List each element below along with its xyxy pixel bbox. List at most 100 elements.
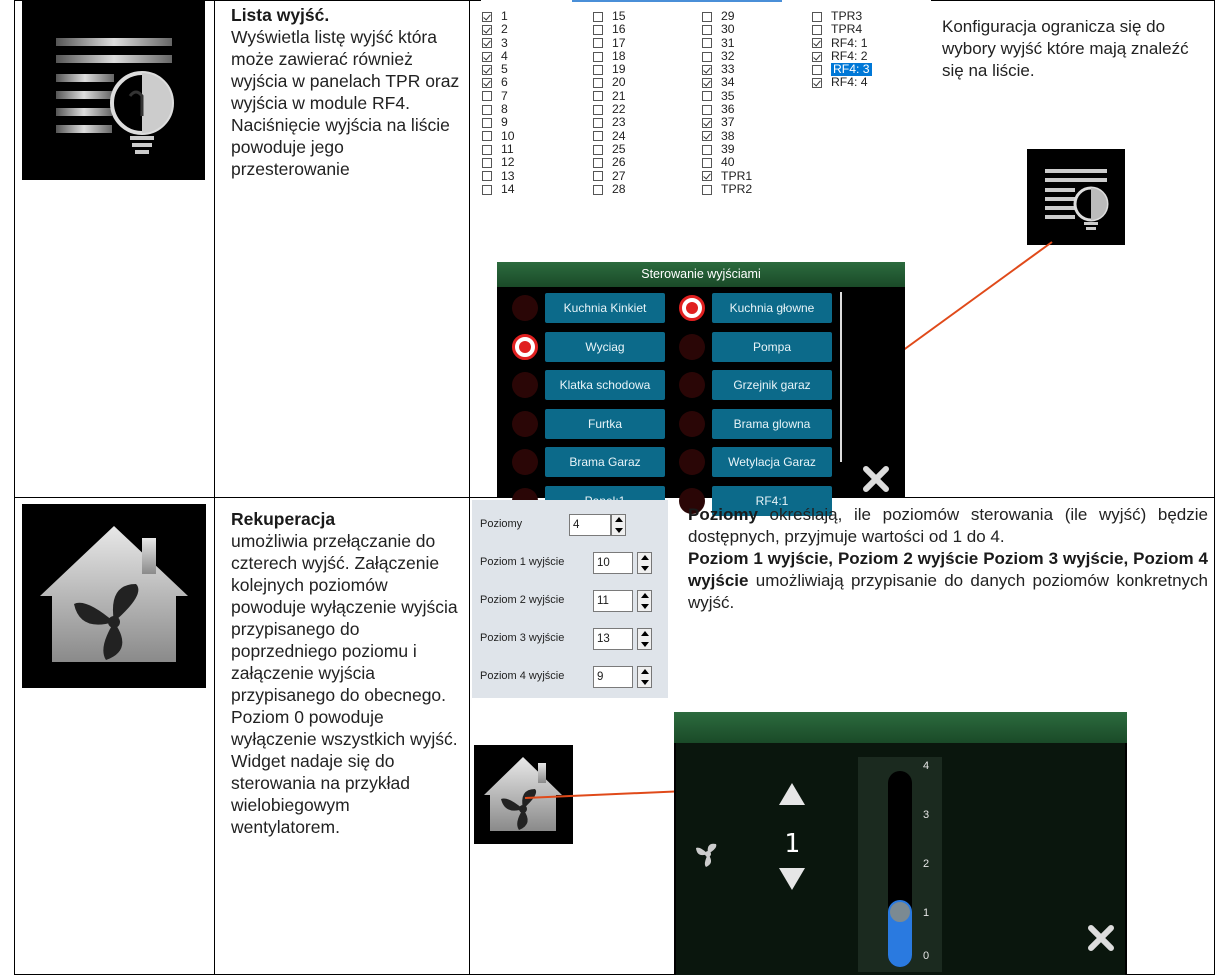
level-slider-knob[interactable] bbox=[888, 900, 912, 924]
checkbox[interactable] bbox=[812, 11, 822, 22]
output-button[interactable]: Pompa bbox=[712, 331, 832, 362]
output-button[interactable]: Brama Garaz bbox=[545, 447, 665, 477]
checklist-item[interactable]: 40 bbox=[702, 155, 752, 169]
spinner-buttons[interactable] bbox=[637, 666, 652, 688]
checkbox[interactable] bbox=[702, 184, 712, 195]
checklist-item[interactable]: 19 bbox=[593, 62, 626, 76]
checkbox[interactable] bbox=[812, 78, 822, 89]
checklist-item[interactable]: RF4: 1 bbox=[812, 36, 872, 50]
output-button[interactable]: Klatka schodowa bbox=[545, 370, 665, 400]
output-button[interactable]: Wyciag bbox=[545, 331, 665, 362]
output-button[interactable]: Kuchnia Kinkiet bbox=[545, 293, 665, 323]
checklist-item[interactable]: 33 bbox=[702, 62, 752, 76]
checklist-item[interactable]: 17 bbox=[593, 36, 626, 50]
checklist-item[interactable]: 27 bbox=[593, 169, 626, 183]
checkbox[interactable] bbox=[482, 78, 492, 89]
checkbox[interactable] bbox=[482, 104, 492, 115]
checkbox[interactable] bbox=[593, 184, 603, 195]
checklist-item[interactable]: 34 bbox=[702, 76, 752, 89]
checklist-item[interactable]: 15 bbox=[593, 9, 626, 23]
checkbox[interactable] bbox=[702, 24, 712, 35]
checklist-item[interactable]: RF4: 2 bbox=[812, 49, 872, 63]
spinner-buttons[interactable] bbox=[637, 590, 652, 612]
checklist-item[interactable]: 12 bbox=[482, 155, 515, 169]
spinner-buttons[interactable] bbox=[637, 552, 652, 574]
checklist-item[interactable]: 39 bbox=[702, 142, 752, 156]
checklist-item[interactable]: 18 bbox=[593, 49, 626, 63]
checkbox[interactable] bbox=[593, 38, 603, 49]
checkbox[interactable] bbox=[702, 171, 712, 182]
checklist-item[interactable]: 1 bbox=[482, 9, 515, 23]
checkbox[interactable] bbox=[482, 38, 492, 49]
checklist-item[interactable]: 26 bbox=[593, 155, 626, 169]
checklist-item[interactable]: 38 bbox=[702, 129, 752, 143]
checkbox[interactable] bbox=[702, 104, 712, 115]
recuperation-close-icon[interactable] bbox=[1087, 924, 1115, 952]
checkbox[interactable] bbox=[702, 11, 712, 22]
checkbox[interactable] bbox=[593, 157, 603, 168]
checkbox[interactable] bbox=[702, 157, 712, 168]
checkbox[interactable] bbox=[593, 104, 603, 115]
checklist-item[interactable]: 8 bbox=[482, 102, 515, 116]
checkbox[interactable] bbox=[593, 78, 603, 89]
spinner-buttons[interactable] bbox=[611, 514, 626, 536]
checkbox[interactable] bbox=[593, 24, 603, 35]
form-number-input[interactable]: 10 bbox=[593, 552, 633, 574]
output-button[interactable]: Grzejnik garaz bbox=[712, 370, 832, 400]
checkbox[interactable] bbox=[702, 51, 712, 62]
checkbox[interactable] bbox=[702, 38, 712, 49]
checklist-item[interactable]: TPR4 bbox=[812, 22, 872, 36]
checklist-item[interactable]: 10 bbox=[482, 129, 515, 143]
checklist-item[interactable]: TPR3 bbox=[812, 9, 872, 23]
checkbox[interactable] bbox=[593, 144, 603, 155]
checklist-item[interactable]: TPR2 bbox=[702, 182, 752, 196]
checkbox[interactable] bbox=[482, 11, 492, 22]
checklist-item[interactable]: 5 bbox=[482, 62, 515, 76]
checklist-item[interactable]: 24 bbox=[593, 129, 626, 143]
panel-scrollbar[interactable] bbox=[840, 292, 842, 462]
checkbox[interactable] bbox=[702, 144, 712, 155]
output-button[interactable]: Kuchnia głowne bbox=[712, 293, 832, 323]
checklist-item[interactable]: 28 bbox=[593, 182, 626, 196]
checklist-item[interactable]: 21 bbox=[593, 89, 626, 103]
checklist-item[interactable]: 31 bbox=[702, 36, 752, 50]
output-button[interactable]: Brama glowna bbox=[712, 408, 832, 439]
checklist-item[interactable]: 37 bbox=[702, 116, 752, 129]
checkbox[interactable] bbox=[482, 171, 492, 182]
checklist-item[interactable]: 4 bbox=[482, 49, 515, 63]
checkbox[interactable] bbox=[812, 24, 822, 35]
checklist-item[interactable]: 32 bbox=[702, 49, 752, 63]
checkbox[interactable] bbox=[482, 64, 492, 75]
checklist-item[interactable]: 22 bbox=[593, 102, 626, 116]
checkbox[interactable] bbox=[593, 11, 603, 22]
checklist-item[interactable]: 29 bbox=[702, 9, 752, 23]
form-number-input[interactable]: 9 bbox=[593, 666, 633, 688]
checklist-item[interactable]: 36 bbox=[702, 102, 752, 116]
checklist-item[interactable]: 3 bbox=[482, 36, 515, 50]
checklist-item[interactable]: 23 bbox=[593, 116, 626, 129]
checklist-item[interactable]: 14 bbox=[482, 182, 515, 196]
checklist-item[interactable]: 30 bbox=[702, 22, 752, 36]
checkbox[interactable] bbox=[482, 91, 492, 102]
form-number-input[interactable]: 13 bbox=[593, 628, 633, 650]
checkbox[interactable] bbox=[702, 78, 712, 89]
checklist-item[interactable]: 11 bbox=[482, 142, 515, 156]
checklist-item[interactable]: RF4: 4 bbox=[812, 76, 872, 89]
checkbox[interactable] bbox=[482, 131, 492, 142]
level-up-arrow-icon[interactable] bbox=[778, 782, 806, 806]
checkbox[interactable] bbox=[702, 131, 712, 142]
checkbox[interactable] bbox=[593, 64, 603, 75]
checkbox[interactable] bbox=[482, 118, 492, 129]
checkbox[interactable] bbox=[812, 64, 822, 75]
output-button[interactable]: Wetylacja Garaz bbox=[712, 447, 832, 477]
checklist-item[interactable]: 35 bbox=[702, 89, 752, 103]
checkbox[interactable] bbox=[482, 157, 492, 168]
form-number-input[interactable]: 11 bbox=[593, 590, 633, 612]
close-icon[interactable] bbox=[862, 465, 890, 493]
checkbox[interactable] bbox=[482, 144, 492, 155]
checklist-item[interactable]: 13 bbox=[482, 169, 515, 183]
checkbox[interactable] bbox=[702, 118, 712, 129]
level-down-arrow-icon[interactable] bbox=[778, 867, 806, 891]
checkbox[interactable] bbox=[812, 38, 822, 49]
checkbox[interactable] bbox=[593, 91, 603, 102]
